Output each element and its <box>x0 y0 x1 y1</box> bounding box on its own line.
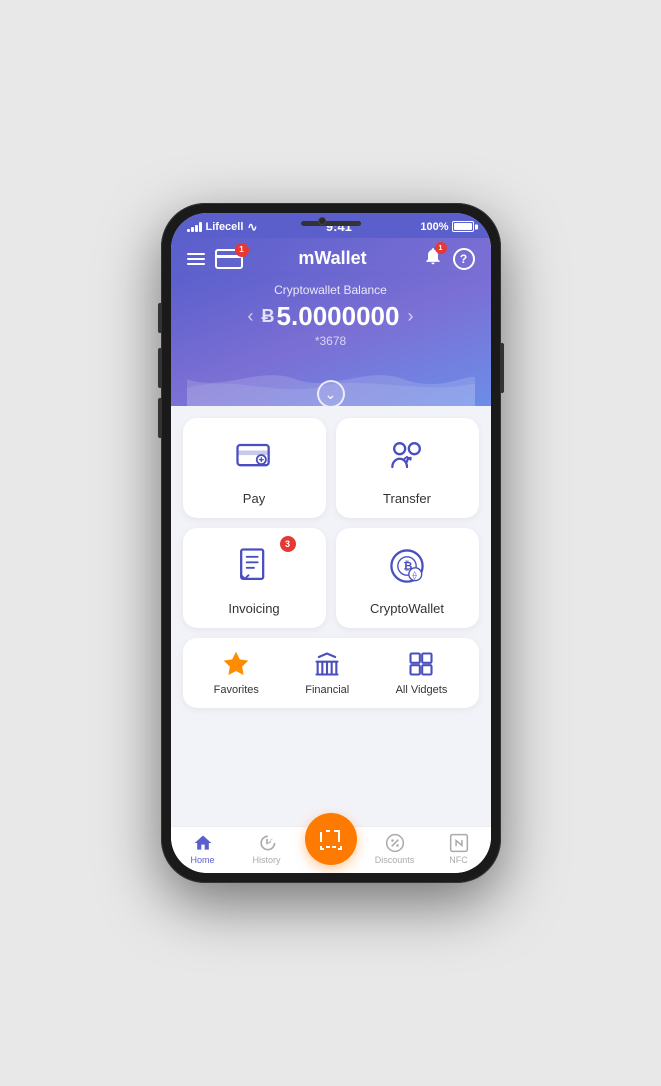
nav-home-label: Home <box>190 855 214 865</box>
favorites-widget[interactable]: Favorites <box>214 650 259 696</box>
actions-row-2: 3 Invoicing <box>183 528 479 628</box>
balance-section: Cryptowallet Balance ‹ Ƀ 5.0000000 › *36… <box>171 271 491 406</box>
nav-discounts-label: Discounts <box>375 855 415 865</box>
bottom-nav: Home History <box>171 826 491 873</box>
scan-button[interactable] <box>305 813 357 865</box>
help-button[interactable]: ? <box>453 248 475 270</box>
invoicing-button[interactable]: 3 Invoicing <box>183 528 326 628</box>
grid-icon <box>407 650 435 678</box>
battery-fill <box>454 223 472 230</box>
battery-percent: 100% <box>420 221 448 233</box>
header-right: 1 ? <box>423 246 475 271</box>
favorites-label: Favorites <box>214 684 259 696</box>
signal-icon <box>187 222 202 232</box>
pay-label: Pay <box>243 491 265 506</box>
scan-icon <box>319 827 343 851</box>
balance-amount: Ƀ 5.0000000 <box>262 301 400 332</box>
notifications-button[interactable]: 1 <box>423 246 443 271</box>
nav-history-label: History <box>252 855 280 865</box>
bank-icon <box>313 650 341 678</box>
svg-text:⟠: ⟠ <box>413 571 417 580</box>
nav-nfc[interactable]: NFC <box>427 833 491 865</box>
camera <box>318 217 326 225</box>
expand-button[interactable]: ⌄ <box>317 380 345 406</box>
carrier-label: Lifecell <box>206 221 244 233</box>
transfer-label: Transfer <box>383 491 431 506</box>
header-row: 1 mWallet 1 ? <box>187 246 475 271</box>
cryptowallet-icon: ₿ ⟠ <box>385 544 429 593</box>
invoicing-badge: 3 <box>280 536 296 552</box>
invoicing-icon <box>232 544 276 593</box>
card-badge: 1 <box>235 243 249 257</box>
actions-row-1: Pay Transfer <box>183 418 479 518</box>
next-wallet-button[interactable]: › <box>407 306 413 327</box>
status-right: 100% <box>420 221 474 233</box>
home-icon <box>193 833 213 853</box>
transfer-button[interactable]: Transfer <box>336 418 479 518</box>
all-vidgets-label: All Vidgets <box>396 684 448 696</box>
nav-nfc-label: NFC <box>449 855 468 865</box>
pay-button[interactable]: Pay <box>183 418 326 518</box>
widgets-row: Favorites Financial All Vidgets <box>183 638 479 708</box>
balance-row: ‹ Ƀ 5.0000000 › <box>187 301 475 332</box>
main-content: Pay Transfer <box>171 406 491 826</box>
scan-button-wrapper <box>299 833 363 865</box>
nav-history[interactable]: History <box>235 833 299 865</box>
wave-container: ⌄ <box>187 356 475 406</box>
phone-frame: Lifecell ∿ 9:41 100% <box>161 203 501 883</box>
speaker <box>301 221 361 226</box>
phone-screen: Lifecell ∿ 9:41 100% <box>171 213 491 873</box>
menu-button[interactable] <box>187 253 205 265</box>
account-mask: *3678 <box>187 334 475 348</box>
app-title: mWallet <box>298 248 366 269</box>
bell-badge: 1 <box>435 242 447 254</box>
financial-widget[interactable]: Financial <box>305 650 349 696</box>
prev-wallet-button[interactable]: ‹ <box>248 306 254 327</box>
cryptowallet-label: CryptoWallet <box>370 601 444 616</box>
invoicing-label: Invoicing <box>228 601 279 616</box>
volume-up-button <box>158 348 162 388</box>
app-header: 1 mWallet 1 ? <box>171 238 491 271</box>
financial-label: Financial <box>305 684 349 696</box>
header-left: 1 <box>187 249 243 269</box>
transfer-icon <box>385 434 429 483</box>
discount-icon <box>385 833 405 853</box>
nav-discounts[interactable]: Discounts <box>363 833 427 865</box>
balance-value: 5.0000000 <box>277 301 400 332</box>
currency-symbol: Ƀ <box>262 306 275 327</box>
nav-home[interactable]: Home <box>171 833 235 865</box>
card-button[interactable]: 1 <box>215 249 243 269</box>
battery-icon <box>452 221 474 232</box>
silent-button <box>158 303 162 333</box>
star-icon <box>222 650 250 678</box>
pay-icon <box>232 434 276 483</box>
balance-label: Cryptowallet Balance <box>187 283 475 297</box>
all-vidgets-widget[interactable]: All Vidgets <box>396 650 448 696</box>
clock-icon <box>257 833 277 853</box>
power-button <box>500 343 504 393</box>
status-left: Lifecell ∿ <box>187 220 258 234</box>
nfc-icon <box>449 833 469 853</box>
volume-down-button <box>158 398 162 438</box>
wifi-icon: ∿ <box>247 220 257 234</box>
cryptowallet-button[interactable]: ₿ ⟠ CryptoWallet <box>336 528 479 628</box>
